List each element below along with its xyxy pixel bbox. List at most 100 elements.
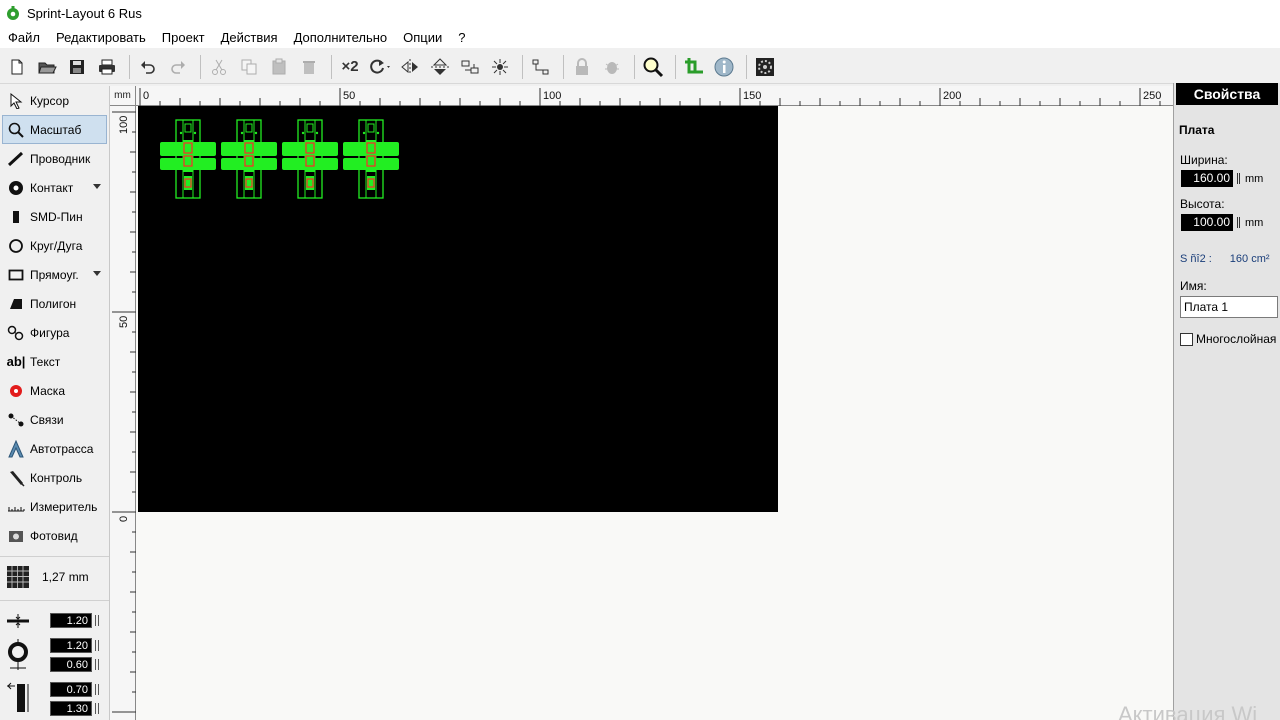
main-toolbar: ×2 bbox=[0, 50, 1280, 84]
toolbar-separator bbox=[331, 54, 332, 79]
activation-watermark: Активация Wi bbox=[1118, 702, 1258, 720]
new-file-button[interactable] bbox=[4, 54, 30, 80]
open-folder-icon bbox=[38, 62, 57, 73]
delete-button[interactable] bbox=[296, 54, 322, 80]
origin-button[interactable] bbox=[681, 54, 707, 80]
zoom-button[interactable] bbox=[640, 54, 666, 80]
track-width-icon bbox=[7, 613, 29, 628]
board-height-input[interactable]: 100.00 bbox=[1181, 214, 1233, 231]
board-width-spinner[interactable] bbox=[1237, 173, 1240, 184]
pcb-via bbox=[315, 131, 319, 135]
tool-rectangle[interactable]: Прямоуг. bbox=[0, 260, 109, 289]
chevron-down-icon[interactable] bbox=[93, 271, 101, 276]
tool-check[interactable]: Контроль bbox=[0, 463, 109, 492]
tool-measure[interactable]: Измеритель bbox=[0, 492, 109, 521]
track-width-spinner[interactable] bbox=[95, 615, 99, 626]
menu-edit[interactable]: Редактировать bbox=[56, 30, 146, 45]
tool-pad[interactable]: Контакт bbox=[0, 173, 109, 202]
cut-button[interactable] bbox=[206, 54, 232, 80]
rotate-button[interactable] bbox=[367, 54, 393, 80]
copy-button[interactable] bbox=[236, 54, 262, 80]
unlock-button[interactable] bbox=[599, 54, 625, 80]
smd-y-spinner[interactable] bbox=[95, 703, 99, 714]
multilayer-checkbox-row[interactable]: Многослойная bbox=[1174, 318, 1280, 346]
tool-zoom[interactable]: Масштаб bbox=[2, 115, 107, 144]
pcb-component[interactable] bbox=[221, 119, 277, 199]
group-button[interactable] bbox=[528, 54, 554, 80]
smd-x-input[interactable]: 0.70 bbox=[50, 682, 92, 697]
grid-value: 1,27 mm bbox=[42, 569, 89, 584]
tool-label: Контроль bbox=[30, 470, 83, 485]
multiply-button[interactable]: ×2 bbox=[337, 54, 363, 80]
board-height-spinner[interactable] bbox=[1237, 217, 1240, 228]
pad-inner-spinner[interactable] bbox=[95, 659, 99, 670]
ruler-label: 150 bbox=[743, 90, 761, 102]
smd-pad-icon bbox=[6, 207, 26, 227]
undo-button[interactable] bbox=[135, 54, 161, 80]
info-button[interactable] bbox=[711, 54, 737, 80]
ruler-vertical: 100 50 0 bbox=[110, 106, 136, 720]
print-button[interactable] bbox=[94, 54, 120, 80]
tool-cursor[interactable]: Курсор bbox=[0, 86, 109, 115]
grid-setting[interactable]: 1,27 mm bbox=[0, 556, 109, 596]
pcb-pad bbox=[190, 142, 216, 156]
redo-button[interactable] bbox=[165, 54, 191, 80]
multilayer-checkbox[interactable] bbox=[1180, 332, 1193, 346]
pcb-component[interactable] bbox=[282, 119, 338, 199]
info-icon bbox=[714, 57, 734, 76]
tool-circle[interactable]: Круг/Дуга bbox=[0, 231, 109, 260]
tool-autoroute[interactable]: Автотрасса bbox=[0, 434, 109, 463]
probe-icon bbox=[6, 468, 26, 488]
lock-button[interactable] bbox=[569, 54, 595, 80]
mirror-horizontal-button[interactable] bbox=[397, 54, 423, 80]
pcb-board[interactable] bbox=[138, 106, 778, 512]
save-button[interactable] bbox=[64, 54, 90, 80]
menu-options[interactable]: Опции bbox=[403, 30, 442, 45]
menu-extras[interactable]: Дополнительно bbox=[294, 30, 388, 45]
group-icon bbox=[532, 59, 549, 74]
menu-actions[interactable]: Действия bbox=[221, 30, 278, 45]
paste-button[interactable] bbox=[266, 54, 292, 80]
tool-connections[interactable]: Связи bbox=[0, 405, 109, 434]
tool-photoview[interactable]: Фотовид bbox=[0, 521, 109, 550]
tool-label: Курсор bbox=[30, 93, 70, 108]
snap-button[interactable] bbox=[487, 54, 513, 80]
open-file-button[interactable] bbox=[34, 54, 60, 80]
paste-icon bbox=[272, 58, 286, 74]
height-row: 100.00 mm bbox=[1174, 211, 1280, 231]
tool-shape[interactable]: Фигура bbox=[0, 318, 109, 347]
scissors-icon bbox=[212, 59, 226, 75]
shape-icon bbox=[6, 323, 26, 343]
tool-text[interactable]: ab| Текст bbox=[0, 347, 109, 376]
cursor-icon bbox=[6, 91, 26, 111]
rectangle-icon bbox=[6, 265, 26, 285]
pcb-component[interactable] bbox=[160, 119, 216, 199]
pad-inner-input[interactable]: 0.60 bbox=[50, 657, 92, 672]
board-width-input[interactable]: 160.00 bbox=[1181, 170, 1233, 187]
menu-project[interactable]: Проект bbox=[162, 30, 205, 45]
pcb-via bbox=[240, 131, 244, 135]
tool-polygon[interactable]: Полигон bbox=[0, 289, 109, 318]
align-button[interactable] bbox=[457, 54, 483, 80]
mirror-vertical-button[interactable] bbox=[427, 54, 453, 80]
menu-file[interactable]: Файл bbox=[8, 30, 40, 45]
design-canvas[interactable] bbox=[136, 106, 1173, 720]
board-name-input[interactable]: Плата 1 bbox=[1180, 296, 1278, 318]
ruler-label: 100 bbox=[543, 90, 561, 102]
new-file-icon bbox=[11, 59, 23, 74]
tool-track[interactable]: Проводник bbox=[0, 144, 109, 173]
component-button[interactable] bbox=[752, 54, 778, 80]
tool-smd-pad[interactable]: SMD-Пин bbox=[0, 202, 109, 231]
pad-outer-spinner[interactable] bbox=[95, 640, 99, 651]
tool-label: Масштаб bbox=[30, 122, 82, 137]
tool-mask[interactable]: Маска bbox=[0, 376, 109, 405]
undo-icon bbox=[141, 60, 155, 74]
track-width-input[interactable]: 1.20 bbox=[50, 613, 92, 628]
smd-x-spinner[interactable] bbox=[95, 684, 99, 695]
pcb-component[interactable] bbox=[343, 119, 399, 199]
pad-outer-input[interactable]: 1.20 bbox=[50, 638, 92, 653]
chevron-down-icon[interactable] bbox=[93, 184, 101, 189]
smd-y-input[interactable]: 1.30 bbox=[50, 701, 92, 716]
menu-help[interactable]: ? bbox=[458, 30, 465, 45]
ruler-label: 200 bbox=[943, 90, 961, 102]
